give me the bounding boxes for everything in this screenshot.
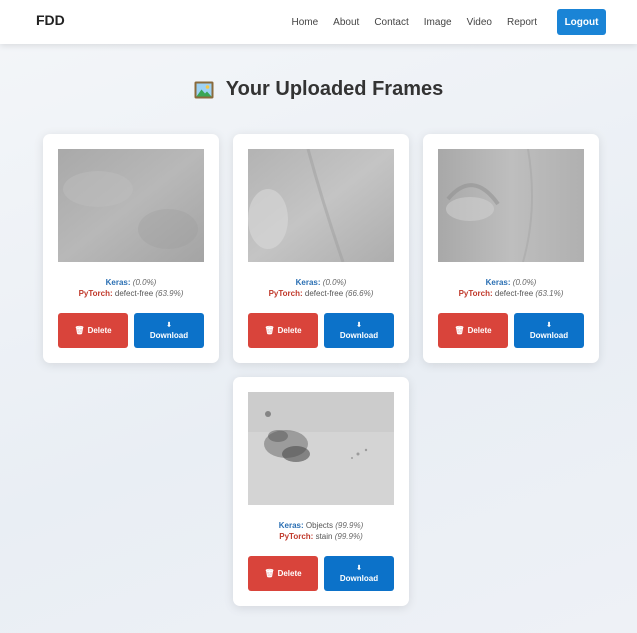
pytorch-label: PyTorch: [268, 289, 303, 298]
pytorch-value: defect-free [304, 289, 344, 298]
logout-button[interactable]: Logout [557, 9, 606, 35]
trash-icon: 🗑 [264, 569, 275, 578]
frame-thumbnail[interactable] [248, 149, 394, 262]
nav-link-image[interactable]: Image [424, 17, 452, 28]
pytorch-confidence: (99.9%) [334, 532, 363, 541]
keras-confidence: (0.0%) [322, 278, 347, 287]
keras-value: Objects [305, 521, 333, 530]
keras-confidence: (0.0%) [512, 278, 537, 287]
pytorch-label: PyTorch: [78, 289, 113, 298]
pytorch-label: PyTorch: [279, 532, 314, 541]
nav-link-report[interactable]: Report [507, 17, 537, 28]
page-header: Your Uploaded Frames [0, 78, 637, 101]
delete-button[interactable]: 🗑 Delete [58, 313, 128, 348]
pytorch-value: stain [315, 532, 333, 541]
download-label: Download [339, 330, 379, 340]
frame-card: Keras: Objects (99.9%) PyTorch: stain (9… [233, 377, 409, 606]
frame-thumbnail[interactable] [438, 149, 584, 262]
pytorch-value: defect-free [494, 289, 534, 298]
nav-link-contact[interactable]: Contact [374, 17, 408, 28]
pytorch-prediction: PyTorch: defect-free (63.1%) [423, 288, 599, 299]
pytorch-prediction: PyTorch: defect-free (66.6%) [233, 288, 409, 299]
pytorch-confidence: (63.1%) [535, 289, 564, 298]
trash-icon: 🗑 [264, 326, 275, 335]
download-arrow-icon: ⬇ [166, 321, 172, 329]
pytorch-prediction: PyTorch: defect-free (63.9%) [43, 288, 219, 299]
frame-card: Keras: (0.0%) PyTorch: defect-free (66.6… [233, 134, 409, 363]
delete-label: Delete [277, 569, 302, 578]
page-title: Your Uploaded Frames [225, 78, 444, 100]
prediction-labels: Keras: Objects (99.9%) PyTorch: stain (9… [233, 520, 409, 542]
nav-link-about[interactable]: About [333, 17, 359, 28]
nav-link-home[interactable]: Home [291, 17, 318, 28]
trash-icon: 🗑 [74, 326, 85, 335]
keras-prediction: Keras: (0.0%) [233, 277, 409, 288]
keras-confidence: (99.9%) [335, 521, 364, 530]
frame-thumbnail[interactable] [248, 392, 394, 505]
download-button[interactable]: ⬇ Download [514, 313, 584, 348]
delete-label: Delete [87, 326, 112, 335]
download-arrow-icon: ⬇ [356, 321, 362, 329]
keras-prediction: Keras: (0.0%) [43, 277, 219, 288]
pytorch-confidence: (66.6%) [345, 289, 374, 298]
download-label: Download [529, 330, 569, 340]
delete-button[interactable]: 🗑 Delete [248, 556, 318, 591]
pytorch-confidence: (63.9%) [155, 289, 184, 298]
prediction-labels: Keras: (0.0%) PyTorch: defect-free (63.1… [423, 277, 599, 299]
frame-card: Keras: (0.0%) PyTorch: defect-free (63.9… [43, 134, 219, 363]
delete-button[interactable]: 🗑 Delete [248, 313, 318, 348]
keras-label: Keras: [485, 278, 511, 287]
frame-thumbnail[interactable] [58, 149, 204, 262]
trash-icon: 🗑 [454, 326, 465, 335]
nav-link-video[interactable]: Video [467, 17, 492, 28]
download-button[interactable]: ⬇ Download [324, 556, 394, 591]
navbar: FDD Home About Contact Image Video Repor… [0, 0, 637, 44]
delete-button[interactable]: 🗑 Delete [438, 313, 508, 348]
keras-label: Keras: [105, 278, 131, 287]
keras-confidence: (0.0%) [132, 278, 157, 287]
delete-label: Delete [467, 326, 492, 335]
keras-label: Keras: [295, 278, 321, 287]
pytorch-value: defect-free [114, 289, 154, 298]
framed-picture-icon [194, 81, 214, 98]
prediction-labels: Keras: (0.0%) PyTorch: defect-free (63.9… [43, 277, 219, 299]
pytorch-prediction: PyTorch: stain (99.9%) [233, 531, 409, 542]
download-label: Download [149, 330, 189, 340]
download-arrow-icon: ⬇ [546, 321, 552, 329]
prediction-labels: Keras: (0.0%) PyTorch: defect-free (66.6… [233, 277, 409, 299]
nav-links: Home About Contact Image Video Report Lo… [276, 8, 606, 36]
download-button[interactable]: ⬇ Download [324, 313, 394, 348]
pytorch-label: PyTorch: [458, 289, 493, 298]
delete-label: Delete [277, 326, 302, 335]
download-button[interactable]: ⬇ Download [134, 313, 204, 348]
download-arrow-icon: ⬇ [356, 564, 362, 572]
frame-card: Keras: (0.0%) PyTorch: defect-free (63.1… [423, 134, 599, 363]
keras-label: Keras: [278, 521, 304, 530]
keras-prediction: Keras: (0.0%) [423, 277, 599, 288]
keras-prediction: Keras: Objects (99.9%) [233, 520, 409, 531]
download-label: Download [339, 573, 379, 583]
brand-logo[interactable]: FDD [36, 12, 65, 28]
